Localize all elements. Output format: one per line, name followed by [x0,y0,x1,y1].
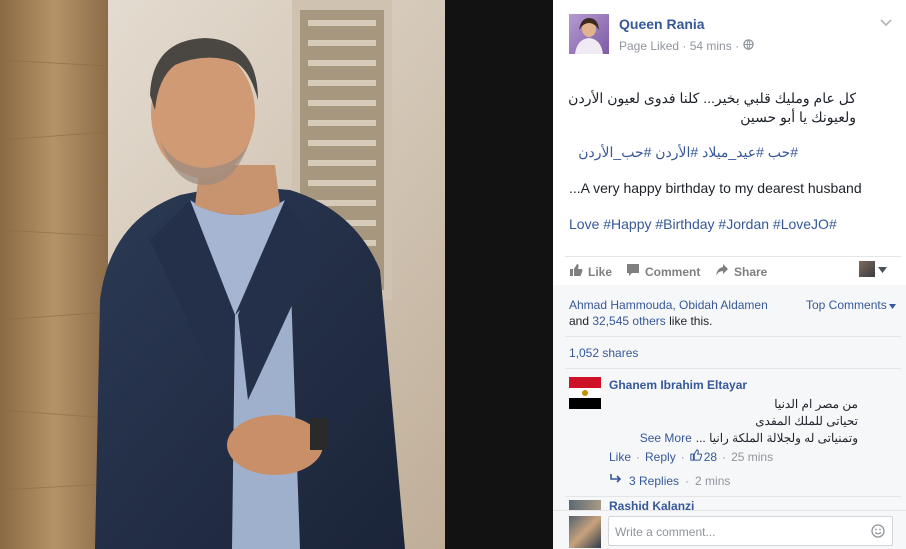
caret-down-icon [878,260,887,278]
post-photo[interactable] [0,0,553,549]
post-meta-text: Page Liked · 54 mins · [619,39,740,53]
likes-suffix: like this. [669,314,713,328]
avatar-image [575,18,603,54]
like-label: Like [588,264,613,279]
view-replies[interactable]: 3 Replies · 2 mins [609,473,730,488]
comment-like-count[interactable]: 28 [690,449,717,464]
share-button[interactable]: Share [715,263,767,280]
comment-author[interactable]: Rashid Kalanzi [609,500,694,510]
comment-line-2: تحياتى للملك المفدى [755,414,858,428]
comment-avatar[interactable] [569,500,601,510]
see-more-link[interactable]: See More [640,430,692,447]
caret-down-icon [888,298,896,312]
post-meta: Page Liked · 54 mins · [619,39,754,53]
share-label: Share [734,264,768,279]
post-panel: Queen Rania Page Liked · 54 mins · كل عا… [553,0,906,549]
photo-illustration [0,0,553,549]
chevron-down-icon[interactable] [879,16,893,35]
likes-others-count[interactable]: 32,545 others [592,314,665,328]
page-avatar-small [859,261,875,277]
author-avatar[interactable] [569,14,609,54]
comment-label: Comment [645,264,701,279]
post-arabic-line-1: كل عام ومليك قلبي بخير... كلنا فدوى لعيو… [568,90,856,106]
post-arabic-text: كل عام ومليك قلبي بخير... كلنا فدوى لعيو… [556,89,856,127]
comment-actions: Like · Reply · 28 · 25 mins [609,449,774,464]
comment-reply-link[interactable]: Reply [645,450,676,464]
comment-icon [626,263,640,280]
comment-input-placeholder: Write a comment... [615,525,716,539]
globe-icon [743,39,754,53]
like-icon [569,263,583,280]
top-comments-label: Top Comments [806,298,887,312]
comment-input[interactable]: Write a comment... [608,516,893,546]
comment-line-3: وتمنياتى له ولجلالة الملكة رانيا ... [695,431,858,445]
post-english-text: ...A very happy birthday to my dearest h… [569,180,862,196]
post-english-hashtags[interactable]: Love #Happy #Birthday #Jordan #LoveJO# [569,216,837,232]
likers-names[interactable]: Ahmad Hammouda, Obidah Aldamen [569,298,768,312]
comment-body: من مصر ام الدنيا تحياتى للملك المفدى وتم… [598,396,858,447]
share-icon [715,263,729,280]
comment-line-1: من مصر ام الدنيا [774,397,858,411]
composer-avatar [569,516,601,548]
comment-author[interactable]: Ghanem Ibrahim Eltayar [609,378,747,392]
comment-time: 25 mins [731,449,774,464]
egypt-flag-icon [569,377,601,409]
comment-like-link[interactable]: Like [609,450,631,464]
emoji-icon[interactable] [871,524,885,543]
comment-avatar[interactable] [569,377,601,409]
comment-button[interactable]: Comment [626,263,700,280]
post-as-selector[interactable] [859,260,887,278]
comment-line-3-row: وتمنياتى له ولجلالة الملكة رانيا ... See… [598,430,858,447]
top-comments-dropdown[interactable]: Top Comments [806,298,896,312]
reply-arrow-icon [609,473,623,488]
post-author-name[interactable]: Queen Rania [619,16,705,32]
shares-count[interactable]: 1,052 shares [569,346,638,360]
like-button[interactable]: Like [569,263,612,280]
likes-summary: Ahmad Hammouda, Obidah Aldamen and 32,54… [569,297,794,329]
replies-count: 3 Replies [629,473,680,488]
comment-likes-value: 28 [703,449,718,464]
post-arabic-hashtags[interactable]: #حب #عيد_ميلاد #الأردن #حب_الأردن [578,144,798,161]
likes-and: and [569,314,590,328]
post-arabic-line-2: ولعيونك يا أبو حسين [740,109,856,125]
thumbs-up-icon [690,449,702,464]
replies-time: 2 mins [695,473,731,488]
